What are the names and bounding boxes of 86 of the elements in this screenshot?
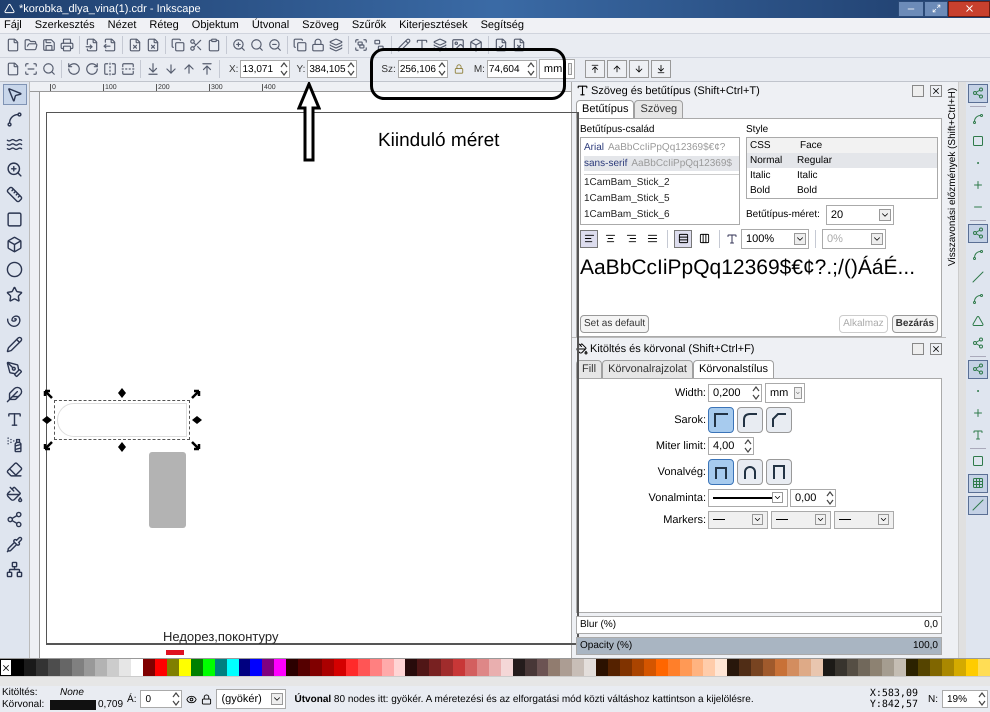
status-label: X: — [870, 688, 882, 700]
slider-label: Blur (%) — [579, 618, 616, 632]
slider-label: Opacity (%) — [579, 639, 632, 654]
cursor-y: 842,57 — [882, 699, 918, 710]
layer-dropdown[interactable]: (gyökér) — [216, 689, 286, 710]
field-label: Miter limit: — [654, 438, 707, 454]
unit-dropdown[interactable]: mm — [538, 59, 575, 80]
status-label: Körvonal: — [2, 699, 46, 712]
font-name: 1CamBam_Stick_6 — [584, 208, 670, 222]
field-label: Markers: — [662, 512, 707, 528]
tab[interactable]: Fill — [576, 360, 602, 378]
menu-item[interactable]: Objektum — [192, 17, 239, 34]
status-message: Útvonal 80 nodes itt: gyökér. A méretezési és az elforgatási mód közti váltáshoz kattintson a kijelölésre. — [294, 692, 754, 707]
font-list-item[interactable]: 1CamBam_Stick_2 — [584, 174, 739, 190]
field-label: Vonalminta: — [648, 490, 707, 506]
status-label: Y: — [870, 699, 882, 710]
menu-item[interactable]: Szerkesztés — [34, 17, 95, 34]
font-name: 1CamBam_Stick_5 — [584, 192, 670, 206]
unit-dropdown[interactable]: mm — [765, 382, 805, 403]
group-label: Betűtípus-család — [580, 122, 656, 137]
number-field[interactable]: 74,604 — [486, 60, 537, 78]
fill-value: None — [59, 687, 85, 700]
style-list-item[interactable]: Normal Regular — [747, 152, 937, 168]
column-header[interactable]: Face — [797, 138, 847, 153]
menu-item[interactable]: Réteg — [149, 17, 179, 34]
field-label: Betűtípus-méret: — [746, 208, 820, 222]
field-label: Width: — [674, 386, 707, 401]
tab[interactable]: Körvonalrajzolat — [602, 360, 693, 378]
window-title: *korobka_dlya_vina(1).cdr - Inkscape — [19, 2, 201, 17]
menu-item[interactable]: Szöveg — [302, 17, 339, 34]
tab[interactable]: Szöveg — [634, 100, 684, 118]
style-list-item[interactable]: Italic Italic — [747, 168, 937, 183]
status-label: Á: — [127, 692, 136, 707]
slider-track[interactable]: Blur (%) 0,0 — [576, 616, 942, 634]
dialog-title: Szöveg és betűtípus (Shift+Ctrl+T) — [591, 84, 760, 99]
field-label: M: — [474, 62, 485, 77]
column-header[interactable]: CSS — [747, 138, 797, 153]
dialog-button[interactable]: Set as default — [580, 314, 650, 333]
menu-item[interactable]: Segítség — [480, 17, 524, 34]
field-label: X: — [229, 62, 238, 77]
slider-track[interactable]: Opacity (%) 100,0 — [576, 636, 942, 655]
font-sample: AaBbCcIiPpQq12369$ — [631, 156, 732, 171]
font-size-dropdown[interactable]: 20 — [826, 204, 894, 225]
number-field[interactable]: 256,106 — [398, 60, 448, 78]
number-field[interactable]: 384,105 — [307, 60, 358, 78]
style-list-item[interactable]: Bold Bold — [747, 182, 937, 198]
annotation-text: Kiinduló méret — [378, 129, 500, 153]
number-field[interactable]: 4,00 — [708, 436, 754, 455]
canvas-text[interactable]: Недорез,поконтуру — [163, 626, 278, 646]
font-name: sans-serif — [584, 156, 628, 171]
number-field[interactable]: 0 — [140, 690, 182, 708]
dialog-button[interactable]: Bezárás — [892, 314, 938, 333]
stroke-width: 0,709 — [98, 699, 124, 712]
menu-item[interactable]: Kiterjesztések — [399, 17, 468, 34]
zoom-field[interactable]: 19% — [942, 690, 988, 708]
font-list-item[interactable]: Arial AaBbCcIiPpQq12369$€¢? — [584, 140, 739, 155]
menu-item[interactable]: Szűrők — [352, 17, 386, 34]
cursor-x: 583,09 — [882, 688, 918, 700]
field-label: Vonalvég: — [656, 464, 707, 480]
side-tab[interactable]: Visszavonási előzmények (Shift+Ctrl+H) — [946, 82, 958, 658]
slider-value: 0,0 — [924, 618, 939, 632]
field-label: Sarok: — [673, 412, 707, 428]
line-spacing-dropdown[interactable]: 100% — [741, 228, 809, 249]
font-name: 1CamBam_Stick_2 — [584, 176, 670, 190]
number-field[interactable]: 13,071 — [240, 60, 290, 78]
field-label: Sz: — [381, 62, 396, 77]
status-label: Kitöltés: — [2, 687, 39, 700]
number-field[interactable]: 0,200 — [708, 384, 762, 402]
font-list-item[interactable]: 1CamBam_Stick_5 — [584, 190, 739, 206]
font-preview: AaBbCcIiPpQq12369$€¢?.;/()ÁáÉ... — [580, 254, 916, 281]
tab[interactable]: Körvonalstílus — [692, 360, 774, 378]
menu-item[interactable]: Útvonal — [252, 17, 290, 34]
menu-item[interactable]: Nézet — [108, 17, 136, 34]
status-label: N: — [928, 692, 938, 707]
field-label: Y: — [296, 62, 306, 77]
font-sample: AaBbCcIiPpQq12369$€¢? — [608, 140, 726, 155]
tab[interactable]: Betűtípus — [576, 100, 634, 118]
font-name: Arial — [584, 140, 604, 155]
slider-value: 100,0 — [912, 639, 939, 654]
dialog-title: Kitöltés és körvonal (Shift+Ctrl+F) — [590, 342, 754, 357]
number-field[interactable]: 0,00 — [790, 488, 836, 507]
group-label: Style — [746, 122, 770, 137]
side-tab-label[interactable]: Visszavonási előzmények (Shift+Ctrl+H) — [944, 86, 960, 266]
font-list-item[interactable]: sans-serif AaBbCcIiPpQq12369$ — [584, 156, 739, 171]
menu-item[interactable]: Fájl — [4, 17, 22, 34]
font-list-item[interactable]: 1CamBam_Stick_6 — [584, 206, 739, 222]
